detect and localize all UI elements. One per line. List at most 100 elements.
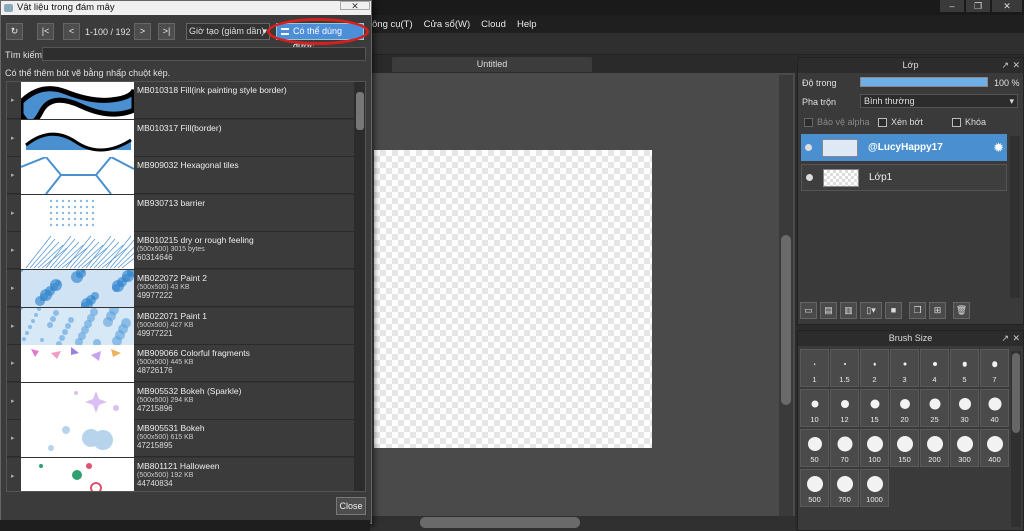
brush-size-40[interactable]: 40	[980, 389, 1009, 427]
tab-untitled[interactable]: Untitled	[392, 57, 592, 72]
list-item[interactable]: ▸ MB022072 Paint 2 (500x500) 43 KB 49977222	[7, 270, 354, 307]
list-item[interactable]: ▸ MB930713 barrier	[7, 194, 354, 232]
layer-row[interactable]: @LucyHappy17 ✹	[801, 134, 1007, 161]
window-close-button[interactable]: ✕	[992, 0, 1022, 12]
blend-mode-select[interactable]: Bình thường ▾	[860, 94, 1018, 108]
material-id: 49977221	[137, 328, 173, 338]
layer-thumbnail	[823, 168, 859, 187]
hint-text: Có thể thêm bút vẽ bằng nhấp chuột kép.	[5, 68, 171, 78]
brush-size-150[interactable]: 150	[890, 429, 919, 467]
expand-arrow-icon[interactable]: ▸	[11, 246, 15, 254]
expand-arrow-icon[interactable]: ▸	[11, 134, 15, 142]
merge-icon[interactable]: ⊞	[929, 302, 946, 319]
material-thumbnail	[21, 382, 134, 420]
brush-size-3[interactable]: 3	[890, 349, 919, 387]
new-layer-3-icon[interactable]: ▥	[840, 302, 857, 319]
brush-size-70[interactable]: 70	[830, 429, 859, 467]
folder-icon[interactable]: ■	[885, 302, 902, 319]
clip-checkbox[interactable]: Xén bớt	[878, 117, 923, 127]
refresh-icon[interactable]: ↻	[6, 23, 23, 40]
list-item[interactable]: ▸ MB010318 Fill(ink painting style border…	[7, 82, 354, 119]
brush-size-12[interactable]: 12	[830, 389, 859, 427]
list-item[interactable]: ▸ MB801121 Halloween (500x500) 192 KB 44740…	[7, 458, 354, 491]
lock-checkbox[interactable]: Khóa	[952, 117, 986, 127]
opacity-slider[interactable]	[860, 77, 988, 87]
menu-window[interactable]: Cửa sổ(W)	[424, 19, 470, 30]
brush-size-300[interactable]: 300	[950, 429, 979, 467]
brush-dot-icon	[932, 362, 937, 366]
canvas-vertical-scroll-thumb[interactable]	[781, 235, 791, 405]
checkbox-box	[952, 117, 961, 127]
add-layer-menu-icon[interactable]: ▯▾	[860, 302, 882, 319]
expand-arrow-icon[interactable]: ▸	[11, 359, 15, 367]
brush-size-1.5[interactable]: 1.5	[830, 349, 859, 387]
brush-size-400[interactable]: 400	[980, 429, 1009, 467]
visibility-icon[interactable]	[805, 144, 812, 151]
menu-help[interactable]: Help	[517, 19, 537, 30]
panel-close-icon[interactable]: ✕	[1012, 331, 1020, 346]
last-page-icon[interactable]: >|	[158, 23, 175, 40]
search-input[interactable]	[42, 47, 366, 61]
panel-close-icon[interactable]: ✕	[1012, 58, 1020, 73]
sort-order-select[interactable]: Giờ tạo (giảm dần) ▾	[186, 23, 270, 40]
list-item[interactable]: ▸ MB905532 Bokeh (Sparkle) (500x500) 294 K…	[7, 382, 354, 420]
list-item[interactable]: ▸ MB909032 Hexagonal tiles	[7, 157, 354, 195]
expand-arrow-icon[interactable]: ▸	[11, 322, 15, 330]
brush-size-2[interactable]: 2	[860, 349, 889, 387]
brush-size-30[interactable]: 30	[950, 389, 979, 427]
materials-scrollbar[interactable]	[354, 82, 365, 491]
canvas-horizontal-scroll-thumb[interactable]	[420, 517, 580, 528]
material-thumbnail	[21, 458, 134, 491]
brush-size-5[interactable]: 5	[950, 349, 979, 387]
list-item[interactable]: ▸ MB010215 dry or rough feeling (500x500) …	[7, 232, 354, 270]
delete-icon[interactable]: 🗑	[953, 302, 970, 319]
menu-cloud[interactable]: Cloud	[481, 19, 506, 30]
brush-size-1000[interactable]: 1000	[860, 469, 889, 507]
panel-popout-icon[interactable]: ↗	[1001, 331, 1009, 346]
brush-size-200[interactable]: 200	[920, 429, 949, 467]
brush-size-4[interactable]: 4	[920, 349, 949, 387]
brush-size-500[interactable]: 500	[800, 469, 829, 507]
brush-size-1[interactable]: 1	[800, 349, 829, 387]
brush-panel-scroll-thumb[interactable]	[1012, 353, 1020, 433]
first-page-icon[interactable]: |<	[37, 23, 54, 40]
expand-arrow-icon[interactable]: ▸	[11, 397, 15, 405]
expand-arrow-icon[interactable]: ▸	[11, 472, 15, 480]
expand-arrow-icon[interactable]: ▸	[11, 171, 15, 179]
minimize-button[interactable]: –	[940, 0, 964, 12]
panel-popout-icon[interactable]: ↗	[1001, 58, 1009, 73]
brush-size-700[interactable]: 700	[830, 469, 859, 507]
expand-arrow-icon[interactable]: ▸	[11, 284, 15, 292]
materials-scroll-thumb[interactable]	[356, 92, 364, 130]
brush-size-7[interactable]: 7	[980, 349, 1009, 387]
close-button[interactable]: Close	[336, 497, 366, 515]
layer-list-scrollbar[interactable]	[1010, 136, 1020, 298]
expand-arrow-icon[interactable]: ▸	[11, 209, 15, 217]
menu-tools[interactable]: ông cụ(T)	[372, 19, 413, 30]
list-item[interactable]: ▸ MB022071 Paint 1 (500x500) 427 KB 4997722…	[7, 307, 354, 345]
alpha-protect-checkbox[interactable]: Bảo vệ alpha	[804, 117, 870, 127]
visibility-icon[interactable]	[806, 174, 813, 181]
brush-size-25[interactable]: 25	[920, 389, 949, 427]
dialog-close-icon[interactable]: ✕	[340, 1, 370, 11]
layer-row[interactable]: Lớp1	[801, 164, 1007, 191]
brush-size-50[interactable]: 50	[800, 429, 829, 467]
new-layer-2-icon[interactable]: ▤	[820, 302, 837, 319]
duplicate-icon[interactable]: ❐	[909, 302, 926, 319]
new-layer-icon[interactable]: ▭	[800, 302, 817, 319]
gear-icon[interactable]: ✹	[993, 140, 1004, 156]
expand-arrow-icon[interactable]: ▸	[11, 434, 15, 442]
brush-size-100[interactable]: 100	[860, 429, 889, 467]
drawing-canvas[interactable]	[374, 150, 652, 448]
list-item[interactable]: ▸ MB010317 Fill(border)	[7, 119, 354, 157]
brush-size-20[interactable]: 20	[890, 389, 919, 427]
brush-size-label: 2	[872, 375, 877, 384]
prev-page-icon[interactable]: <	[63, 23, 80, 40]
next-page-icon[interactable]: >	[134, 23, 151, 40]
expand-arrow-icon[interactable]: ▸	[11, 96, 15, 104]
brush-size-15[interactable]: 15	[860, 389, 889, 427]
list-item[interactable]: ▸ MB909066 Colorful fragments (500x500) 44…	[7, 345, 354, 383]
restore-button[interactable]: ❐	[966, 0, 990, 12]
brush-size-10[interactable]: 10	[800, 389, 829, 427]
list-item[interactable]: ▸ MB905531 Bokeh (500x500) 615 KB 47215895	[7, 420, 354, 458]
